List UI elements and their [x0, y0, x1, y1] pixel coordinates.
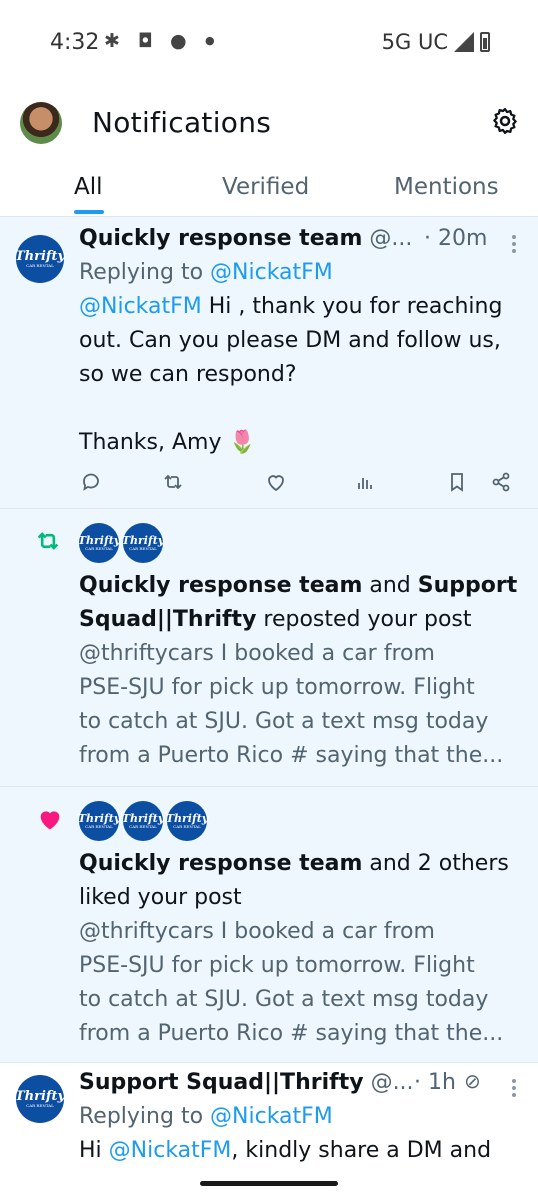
active-tab-indicator: [74, 210, 104, 214]
reply-icon[interactable]: [79, 470, 103, 494]
settings-gear-icon[interactable]: [490, 106, 520, 136]
actor-name[interactable]: Support: [418, 573, 517, 598]
thrifty-avatar[interactable]: Thrifty CAR RENTAL: [15, 235, 65, 283]
network-label: 5G UC: [381, 30, 448, 54]
profile-avatar[interactable]: [20, 102, 62, 144]
repost-icon[interactable]: [161, 470, 185, 494]
replying-to: Replying to @NickatFM: [79, 260, 333, 285]
post-preview-line-3: to catch at SJU. Got a text msg today: [79, 987, 489, 1012]
thrifty-avatar[interactable]: Thrifty CAR RENTAL: [166, 801, 208, 841]
post-preview-line-1: @thriftycars I booked a car from: [79, 641, 435, 666]
actor-name[interactable]: Squad||Thrifty: [79, 607, 256, 632]
repost-summary-line-2: Squad||Thrifty reposted your post: [79, 607, 472, 632]
battery-icon: [480, 32, 490, 52]
notification-repost[interactable]: Thrifty CAR RENTAL Thrifty CAR RENTAL Quic…: [0, 509, 538, 787]
more-dot-icon: ●: [205, 34, 215, 47]
post-preview-line-4: from a Puerto Rico # saying that the...: [79, 743, 504, 768]
more-options-icon[interactable]: [512, 235, 516, 256]
unmuted-icon: ⊘: [464, 1069, 481, 1093]
reply-signature: Thanks, Amy 🌷: [79, 430, 256, 455]
post-actions: [79, 470, 519, 500]
tab-verified[interactable]: Verified: [222, 174, 309, 200]
status-time: 4:32: [50, 30, 100, 55]
bookmark-icon[interactable]: [445, 470, 469, 494]
post-preview-line-2: PSE-SJU for pick up tomorrow. Flight: [79, 675, 475, 700]
post-time: · 1h: [414, 1070, 456, 1095]
author-name[interactable]: Quickly response team: [79, 226, 362, 251]
like-summary-line-2: liked your post: [79, 885, 242, 910]
actor-name[interactable]: Quickly response team: [79, 851, 362, 876]
thrifty-avatar[interactable]: Thrifty CAR RENTAL: [78, 801, 120, 841]
reply-body-line-1: @NickatFM Hi , thank you for reaching: [79, 294, 503, 319]
actor-name[interactable]: Quickly response team: [79, 573, 362, 598]
tab-mentions[interactable]: Mentions: [394, 174, 499, 200]
share-icon[interactable]: [489, 470, 513, 494]
app-header: Notifications: [0, 88, 538, 160]
repost-summary-line-1: Quickly response team and Support: [79, 573, 518, 598]
instagram-icon: ◘: [138, 30, 154, 52]
repost-icon: [37, 532, 59, 550]
more-options-icon[interactable]: [512, 1079, 516, 1100]
tab-all[interactable]: All: [74, 174, 103, 200]
post-preview-line-4: from a Puerto Rico # saying that the...: [79, 1021, 504, 1046]
like-icon[interactable]: [264, 470, 288, 494]
thrifty-avatar[interactable]: Thrifty CAR RENTAL: [15, 1075, 65, 1123]
author-handle: @...: [370, 1070, 414, 1095]
gesture-nav-bar[interactable]: [200, 1181, 338, 1186]
replying-to-link[interactable]: @NickatFM: [210, 260, 333, 285]
heart-icon: [40, 811, 60, 830]
post-time: · 20m: [424, 226, 488, 251]
page-title: Notifications: [92, 106, 272, 139]
slack-icon: ✱: [104, 30, 120, 52]
notification-reply-1[interactable]: Thrifty CAR RENTAL Quickly response team …: [0, 217, 538, 509]
status-bar: 4:32 ✱ ◘ ● ● 5G UC: [0, 0, 538, 88]
reply-body-line-3: so we can respond?: [79, 362, 297, 387]
like-summary-line-1: Quickly response team and 2 others: [79, 851, 509, 876]
reply-body-line-2: out. Can you please DM and follow us,: [79, 328, 501, 353]
post-preview-line-3: to catch at SJU. Got a text msg today: [79, 709, 489, 734]
reply-body-line-1: Hi @NickatFM, kindly share a DM and: [79, 1138, 492, 1163]
views-icon[interactable]: [353, 470, 377, 494]
notification-like[interactable]: Thrifty CAR RENTAL Thrifty CAR RENTAL Thri…: [0, 787, 538, 1063]
author-handle: @...: [369, 226, 413, 251]
notification-tabs: All Verified Mentions: [0, 160, 538, 217]
chat-icon: ●: [170, 30, 187, 52]
signal-icon: [454, 32, 474, 52]
mention-link[interactable]: @NickatFM: [79, 294, 202, 319]
thrifty-avatar[interactable]: Thrifty CAR RENTAL: [78, 523, 120, 563]
notification-reply-2[interactable]: Thrifty CAR RENTAL Support Squad||Thrifty…: [0, 1063, 538, 1200]
thrifty-avatar[interactable]: Thrifty CAR RENTAL: [122, 523, 164, 563]
thrifty-avatar[interactable]: Thrifty CAR RENTAL: [122, 801, 164, 841]
post-preview-line-1: @thriftycars I booked a car from: [79, 919, 435, 944]
replying-to: Replying to @NickatFM: [79, 1104, 333, 1129]
post-preview-line-2: PSE-SJU for pick up tomorrow. Flight: [79, 953, 475, 978]
mention-link[interactable]: @NickatFM: [109, 1138, 232, 1163]
replying-to-link[interactable]: @NickatFM: [210, 1104, 333, 1129]
author-name[interactable]: Support Squad||Thrifty: [79, 1070, 364, 1095]
